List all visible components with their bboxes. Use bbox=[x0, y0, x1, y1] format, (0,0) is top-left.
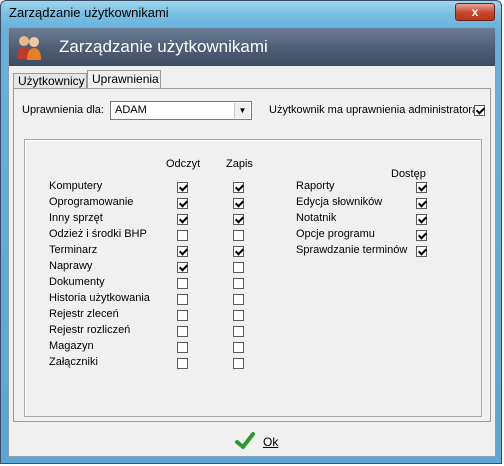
permission-label: Załączniki bbox=[49, 356, 98, 368]
ok-button[interactable]: Ok bbox=[233, 431, 281, 451]
permission-label: Edycja słowników bbox=[296, 196, 383, 208]
write-checkbox[interactable] bbox=[233, 182, 244, 193]
write-checkbox[interactable] bbox=[233, 262, 244, 273]
user-select-value: ADAM bbox=[115, 104, 147, 116]
tab-users[interactable]: Użytkownicy bbox=[13, 73, 87, 89]
read-checkbox[interactable] bbox=[177, 278, 188, 289]
permissions-panel: Uprawnienia dla: ADAM ▼ Użytkownik ma up… bbox=[13, 88, 491, 422]
permission-label: Odzież i środki BHP bbox=[49, 228, 147, 240]
ok-label: Ok bbox=[263, 435, 279, 449]
permission-label: Komputery bbox=[49, 180, 103, 192]
permission-label: Notatnik bbox=[296, 212, 337, 224]
write-checkbox[interactable] bbox=[233, 230, 244, 241]
column-write-header: Zapis bbox=[226, 158, 253, 170]
header-title: Zarządzanie użytkownikami bbox=[59, 37, 268, 56]
client-area: Zarządzanie użytkownikami Użytkownicy Up… bbox=[8, 27, 496, 457]
permission-label: Terminarz bbox=[49, 244, 98, 256]
permissions-for-label: Uprawnienia dla: bbox=[22, 104, 104, 116]
read-checkbox[interactable] bbox=[177, 326, 188, 337]
admin-label: Użytkownik ma uprawnienia administratora bbox=[269, 104, 479, 116]
read-checkbox[interactable] bbox=[177, 214, 188, 225]
column-access-header: Dostęp bbox=[391, 168, 426, 180]
write-checkbox[interactable] bbox=[233, 326, 244, 337]
read-checkbox[interactable] bbox=[177, 262, 188, 273]
read-checkbox[interactable] bbox=[177, 230, 188, 241]
permission-label: Inny sprzęt bbox=[49, 212, 103, 224]
write-checkbox[interactable] bbox=[233, 214, 244, 225]
checkmark-icon bbox=[235, 432, 255, 449]
write-checkbox[interactable] bbox=[233, 342, 244, 353]
window-title: Zarządzanie użytkownikami bbox=[9, 5, 169, 20]
access-checkbox[interactable] bbox=[416, 198, 427, 209]
access-checkbox[interactable] bbox=[416, 246, 427, 257]
read-checkbox[interactable] bbox=[177, 198, 188, 209]
permission-label: Oprogramowanie bbox=[49, 196, 134, 208]
permission-label: Raporty bbox=[296, 180, 335, 192]
access-checkbox[interactable] bbox=[416, 182, 427, 193]
header-banner: Zarządzanie użytkownikami bbox=[9, 28, 495, 66]
close-button[interactable]: x bbox=[455, 3, 495, 21]
access-checkbox[interactable] bbox=[416, 214, 427, 225]
permission-label: Naprawy bbox=[49, 260, 93, 272]
access-checkbox[interactable] bbox=[416, 230, 427, 241]
read-checkbox[interactable] bbox=[177, 294, 188, 305]
read-checkbox[interactable] bbox=[177, 182, 188, 193]
read-checkbox[interactable] bbox=[177, 310, 188, 321]
write-checkbox[interactable] bbox=[233, 198, 244, 209]
footer: Ok bbox=[9, 426, 495, 456]
title-bar[interactable]: Zarządzanie użytkownikami x bbox=[1, 1, 501, 25]
column-read-header: Odczyt bbox=[166, 158, 201, 170]
user-select[interactable]: ADAM ▼ bbox=[110, 101, 252, 120]
permissions-group: Odczyt Zapis Dostęp Komputery Oprogramowa… bbox=[24, 139, 482, 417]
read-checkbox[interactable] bbox=[177, 358, 188, 369]
permission-label: Dokumenty bbox=[49, 276, 105, 288]
write-checkbox[interactable] bbox=[233, 310, 244, 321]
write-checkbox[interactable] bbox=[233, 246, 244, 257]
permission-label: Magazyn bbox=[49, 340, 94, 352]
write-checkbox[interactable] bbox=[233, 278, 244, 289]
permission-label: Opcje programu bbox=[296, 228, 375, 240]
permission-label: Historia użytkowania bbox=[49, 292, 150, 304]
dialog-window: Zarządzanie użytkownikami x Zarządzanie … bbox=[0, 0, 502, 464]
users-icon bbox=[17, 36, 41, 60]
permission-label: Sprawdzanie terminów bbox=[296, 244, 408, 256]
admin-checkbox[interactable] bbox=[474, 105, 485, 116]
write-checkbox[interactable] bbox=[233, 294, 244, 305]
read-checkbox[interactable] bbox=[177, 342, 188, 353]
read-checkbox[interactable] bbox=[177, 246, 188, 257]
tab-permissions[interactable]: Uprawnienia bbox=[87, 70, 161, 88]
write-checkbox[interactable] bbox=[233, 358, 244, 369]
permission-label: Rejestr zleceń bbox=[49, 308, 119, 320]
chevron-down-icon[interactable]: ▼ bbox=[234, 103, 250, 118]
permission-label: Rejestr rozliczeń bbox=[49, 324, 131, 336]
